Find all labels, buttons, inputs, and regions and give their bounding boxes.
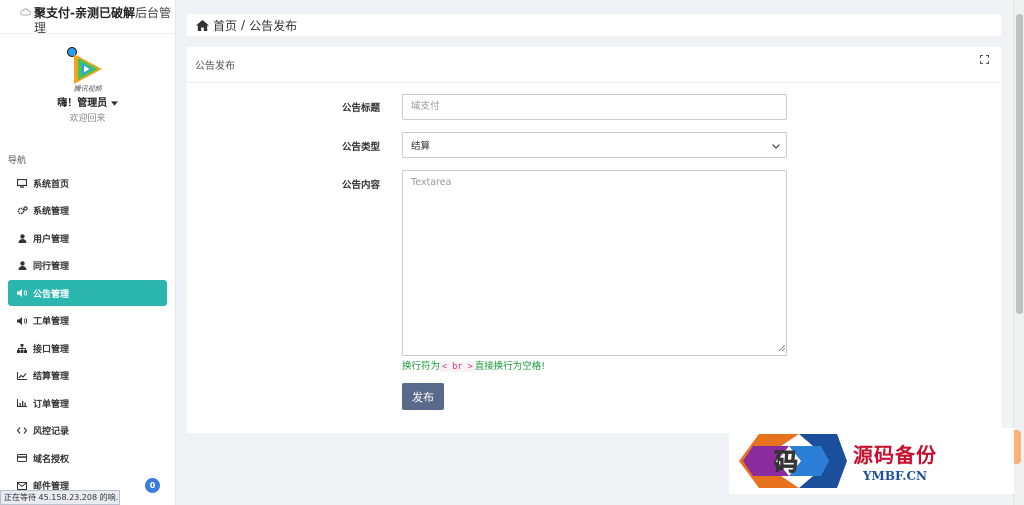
breadcrumb-home[interactable]: 首页 (213, 17, 237, 34)
sidebar-item-label: 公告管理 (33, 289, 70, 300)
caret-down-icon (110, 98, 118, 109)
code-icon (16, 427, 28, 434)
floating-widget-edge (1013, 430, 1021, 464)
publish-button[interactable]: 发布 (402, 383, 444, 410)
logo-caption: 腾讯视频 (73, 85, 102, 93)
sidebar-item-risk-control[interactable]: 风控记录 (8, 418, 167, 444)
breadcrumb: 首页 / 公告发布 (187, 14, 1001, 36)
brand[interactable]: 聚支付-亲测已破解后台管理 (0, 0, 175, 35)
type-label: 公告类型 (341, 142, 380, 153)
breadcrumb-current: 公告发布 (249, 18, 298, 33)
sitemap-icon (16, 343, 28, 353)
sidebar-item-label: 用户管理 (33, 234, 70, 245)
monitor-icon (16, 178, 28, 188)
hint-after: 直接换行为空格! (474, 361, 546, 372)
type-select[interactable]: 结算 (402, 132, 787, 158)
brand-title: 聚支付-亲测已破解 (34, 6, 135, 20)
card-title: 公告发布 (195, 61, 235, 72)
sidebar-item-settlement[interactable]: 结算管理 (8, 363, 167, 389)
hint-before: 换行符为 (402, 361, 441, 372)
sidebar-item-label: 同行管理 (33, 262, 70, 272)
card-header: 公告发布 (187, 47, 1001, 83)
announcement-card: 公告发布 公告标题 域支付 公告类型 结算 公告内容 Textarea 换行符为… (187, 47, 1001, 433)
chevron-down-icon (772, 141, 780, 152)
sidebar-item-peers[interactable]: 同行管理 (8, 253, 167, 279)
nav-heading: 导航 (8, 156, 27, 166)
sidebar-item-orders[interactable]: 订单管理 (8, 390, 167, 416)
watermark-text: 源码备份 YMBF.CN (853, 439, 937, 483)
sidebar-item-label: 系统管理 (33, 207, 70, 217)
sidebar-item-label: 风控记录 (33, 427, 70, 437)
watermark-mark-char: 码 (774, 447, 798, 476)
sidebar-item-interfaces[interactable]: 接口管理 (8, 335, 167, 361)
sidebar-item-domain-auth[interactable]: 域名授权 (8, 445, 167, 471)
browser-status-bar: 正在等待 45.158.23.208 的响... (0, 490, 120, 505)
welcome-text: 欢迎回来 (69, 114, 106, 124)
mail-count-badge: 0 (145, 477, 160, 493)
bar-chart-icon (16, 399, 28, 407)
sidebar-item-system-home[interactable]: 系统首页 (8, 170, 167, 196)
user-panel: 腾讯视频 嗨！管理员 欢迎回来 (0, 34, 175, 130)
mail-icon (16, 481, 28, 490)
sidebar-item-users[interactable]: 用户管理 (8, 225, 167, 251)
type-select-value: 结算 (411, 141, 431, 152)
megaphone-icon (16, 289, 28, 297)
content-placeholder: Textarea (411, 177, 452, 188)
fullscreen-icon[interactable] (980, 55, 989, 64)
sidebar-item-announcements[interactable]: 公告管理 (8, 280, 167, 306)
watermark-title: 源码备份 (853, 443, 937, 467)
line-break-hint: 换行符为 < br > 直接换行为空格! (402, 358, 545, 372)
watermark-url: YMBF.CN (862, 469, 927, 483)
user-greeting: 嗨！管理员 (57, 98, 108, 109)
user-icon (16, 233, 28, 243)
breadcrumb-separator: / (241, 18, 246, 32)
sidebar-item-label: 结算管理 (33, 372, 70, 382)
content-textarea[interactable]: Textarea (402, 170, 787, 356)
hint-code: < br > (440, 362, 475, 372)
cogs-icon (16, 206, 28, 215)
sidebar-item-label: 订单管理 (33, 399, 70, 410)
card-icon (16, 454, 28, 462)
cloud-icon (20, 6, 31, 33)
line-chart-icon (16, 371, 28, 380)
scrollbar-thumb[interactable] (1016, 14, 1023, 314)
sidebar: 聚支付-亲测已破解后台管理 腾讯视频 嗨！管理员 欢迎回来 导航 系统首页 系统… (0, 0, 176, 505)
watermark-logo: 码 源码备份 YMBF.CN (729, 428, 1014, 494)
megaphone-icon (16, 316, 28, 325)
tencent-video-logo: 腾讯视频 (66, 46, 110, 93)
sidebar-item-label: 系统首页 (33, 179, 70, 190)
sidebar-item-label: 接口管理 (33, 344, 70, 355)
sidebar-item-label: 工单管理 (33, 317, 70, 327)
sidebar-item-system-settings[interactable]: 系统管理 (8, 198, 167, 224)
home-icon[interactable] (196, 19, 209, 31)
resize-handle-icon[interactable] (778, 343, 786, 354)
sidebar-item-label: 域名授权 (33, 454, 70, 465)
user-icon (16, 261, 28, 270)
watermark-emblem: 码 (729, 428, 849, 494)
user-menu[interactable]: 嗨！管理员 (0, 94, 175, 109)
title-input[interactable]: 域支付 (402, 94, 787, 120)
content-label: 公告内容 (341, 180, 380, 191)
title-label: 公告标题 (341, 103, 380, 114)
sidebar-item-tickets[interactable]: 工单管理 (8, 308, 167, 334)
